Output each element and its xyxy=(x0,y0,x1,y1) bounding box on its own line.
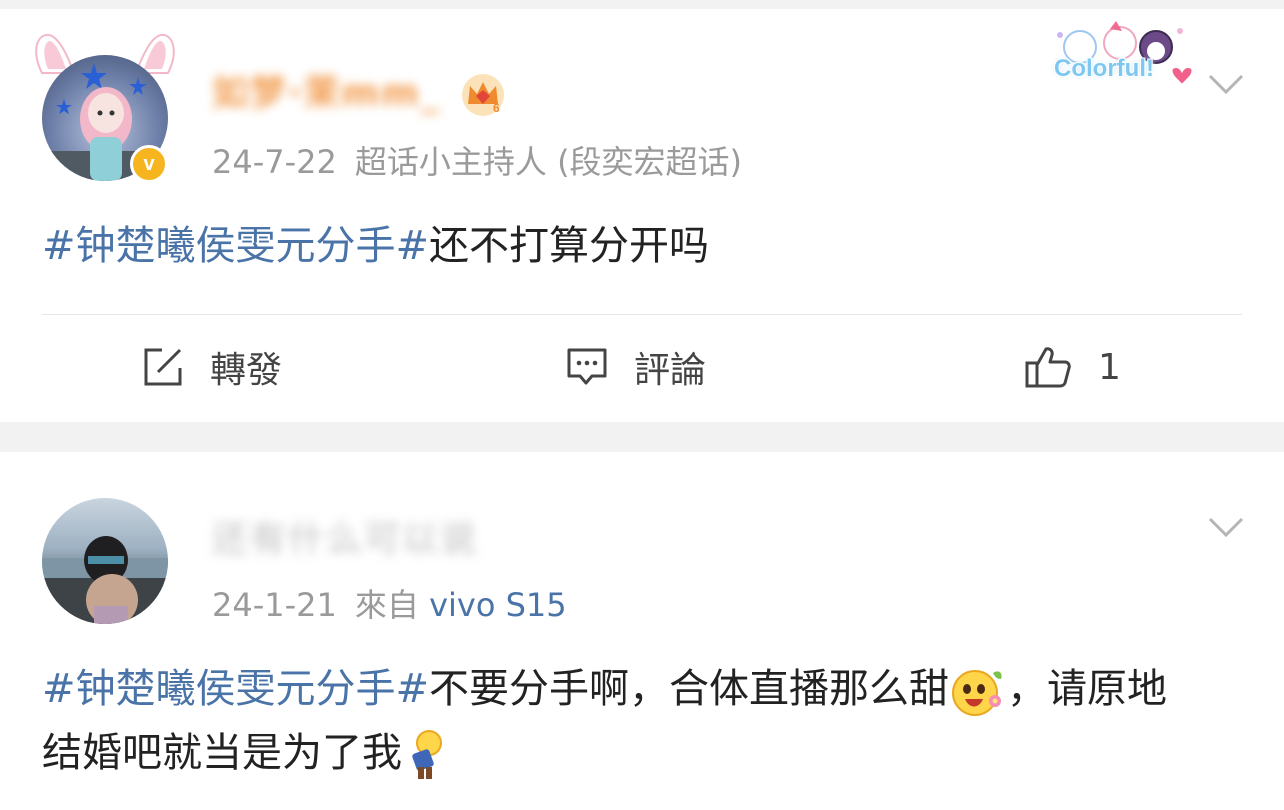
sweet-face-emoji-icon xyxy=(952,670,1002,716)
weibo-feed: v 如梦·茉mm_ 6 Colorful! 24-7-22 超话小主持人 (段奕… xyxy=(0,0,1284,810)
post-actions: 轉發 評論 1 xyxy=(0,327,1284,407)
verified-v-icon: v xyxy=(130,145,168,183)
post-source-prefix: 來自 xyxy=(354,586,419,624)
thumbs-up-icon xyxy=(1025,347,1071,388)
post-timestamp: 24-7-22 xyxy=(212,143,337,181)
post-timestamp: 24-1-21 xyxy=(212,586,337,624)
repost-button[interactable]: 轉發 xyxy=(142,327,282,407)
post-card: v 如梦·茉mm_ 6 Colorful! 24-7-22 超话小主持人 (段奕… xyxy=(0,9,1284,422)
avatar-photo-icon xyxy=(42,536,168,624)
pouting-person-emoji-icon xyxy=(412,730,442,779)
author-name[interactable]: 如梦·茉mm_ xyxy=(212,64,441,116)
crown-level: 6 xyxy=(493,101,500,115)
crown-icon: 6 xyxy=(462,74,504,116)
colorful-badge-label: Colorful! xyxy=(1054,55,1154,82)
comment-bubble-icon xyxy=(567,348,607,385)
chevron-down-icon[interactable] xyxy=(1208,516,1244,538)
post-card: 还有什么可以说 24-1-21 來自 vivo S15 #钟楚曦侯雯元分手#不要分… xyxy=(0,452,1284,810)
post-text: 还不打算分开吗 xyxy=(429,223,710,269)
post-text: 不要分手啊，合体直播那么甜 xyxy=(429,666,950,712)
post-meta: 24-1-21 來自 vivo S15 xyxy=(212,580,567,626)
comment-label: 評論 xyxy=(634,350,707,391)
feed-top-gap xyxy=(0,0,1284,9)
post-content: #钟楚曦侯雯元分手#不要分手啊，合体直播那么甜 ，请原地结婚吧就当是为了我 xyxy=(42,657,1204,785)
divider xyxy=(42,314,1242,315)
repost-label: 轉發 xyxy=(210,350,283,391)
topic-hashtag-link[interactable]: #钟楚曦侯雯元分手# xyxy=(42,223,429,269)
topic-hashtag-link[interactable]: #钟楚曦侯雯元分手# xyxy=(42,666,429,712)
colorful-badge[interactable]: Colorful! xyxy=(1040,19,1200,97)
post-source-device[interactable]: vivo S15 xyxy=(429,586,567,624)
edit-square-icon xyxy=(144,348,182,386)
like-count: 1 xyxy=(1098,346,1121,388)
chevron-down-icon[interactable] xyxy=(1208,73,1244,95)
author-avatar[interactable] xyxy=(42,498,168,624)
post-meta: 24-7-22 超话小主持人 (段奕宏超话) xyxy=(212,137,742,183)
post-source[interactable]: 超话小主持人 (段奕宏超话) xyxy=(355,143,742,181)
like-button[interactable]: 1 xyxy=(1024,327,1121,407)
author-name[interactable]: 还有什么可以说 xyxy=(212,510,478,562)
post-content: #钟楚曦侯雯元分手#还不打算分开吗 xyxy=(42,214,1204,278)
comment-button[interactable]: 評論 xyxy=(566,327,706,407)
